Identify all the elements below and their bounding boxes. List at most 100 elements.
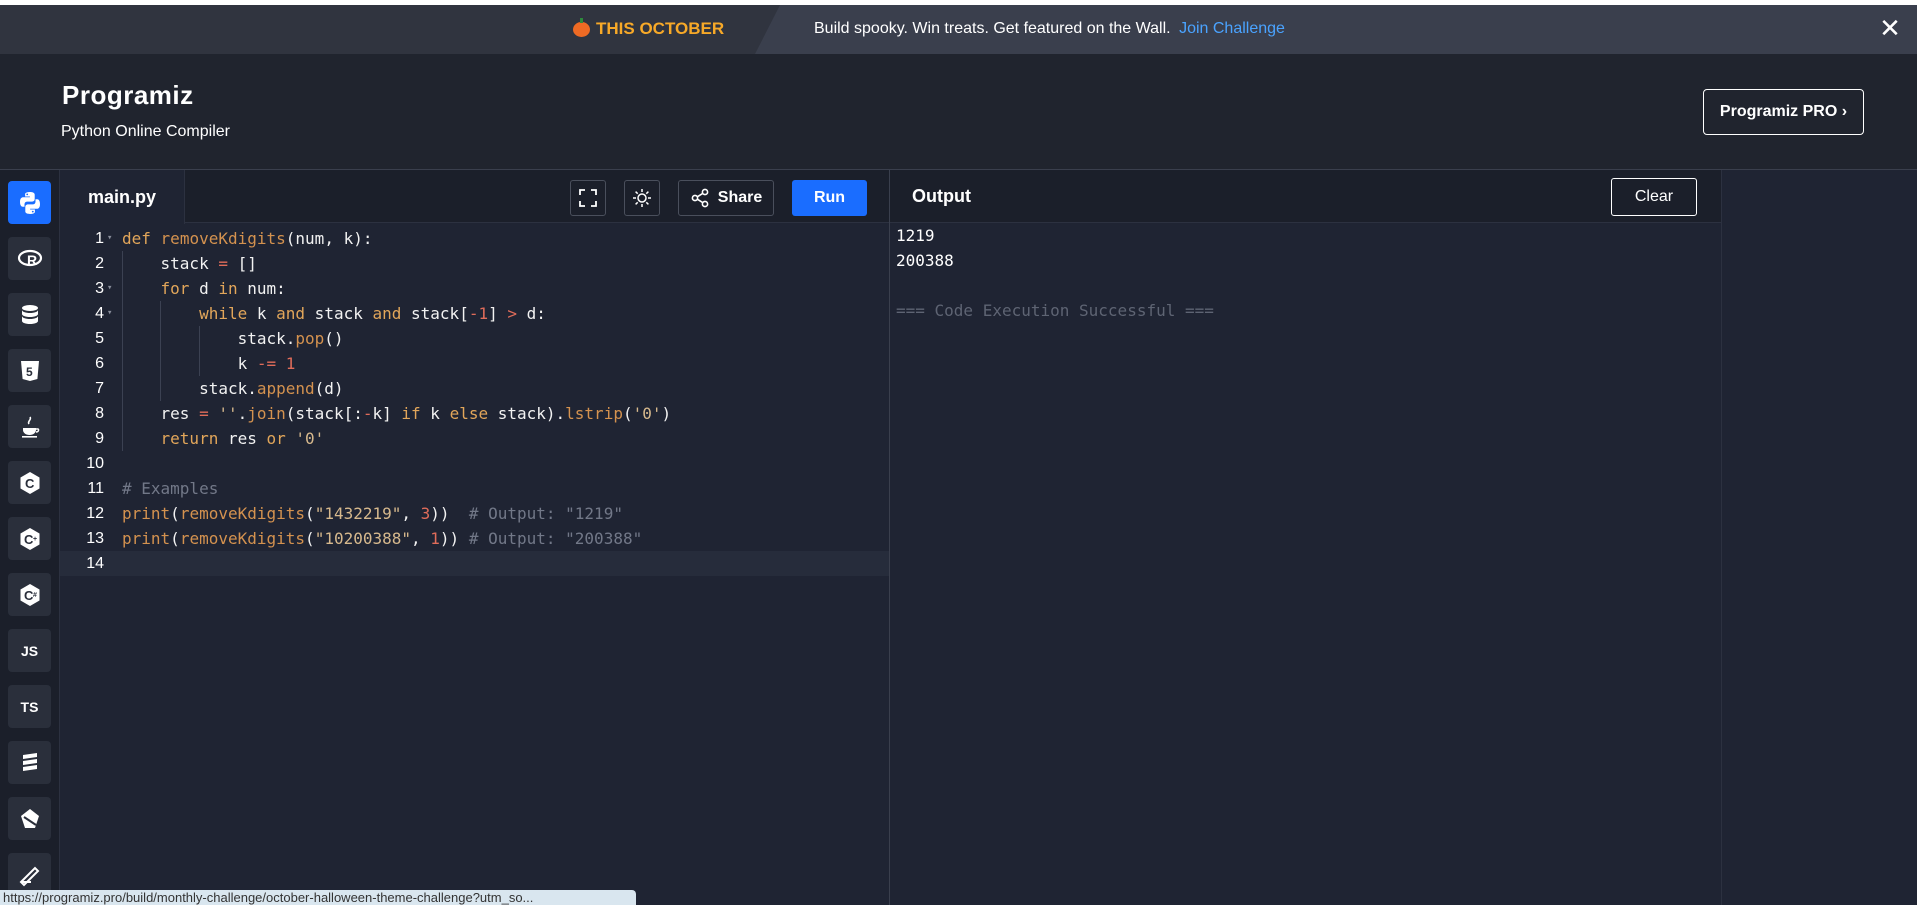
csharp-hexagon-graphic: C # <box>20 583 39 606</box>
line-number: 11 <box>87 480 104 497</box>
line-number: 3 <box>95 280 104 297</box>
code-line[interactable]: 10 <box>60 451 889 476</box>
promo-banner: THIS OCTOBER Build spooky. Win treats. G… <box>0 5 1917 54</box>
line-number: 4 <box>95 305 104 322</box>
code-text: stack = [] <box>122 254 257 273</box>
cpp-icon[interactable]: C + <box>8 517 51 560</box>
java-icon[interactable] <box>8 405 51 448</box>
line-number: 10 <box>86 455 104 472</box>
c-hexagon-graphic: C <box>20 471 39 494</box>
site-header: Programiz Python Online Compiler Program… <box>0 54 1917 170</box>
python-logo-graphic <box>19 191 40 214</box>
join-challenge-link[interactable]: Join Challenge <box>1179 20 1285 37</box>
code-line[interactable]: 6 k -= 1 <box>60 351 889 376</box>
line-number: 12 <box>86 505 104 522</box>
share-icon <box>691 188 709 208</box>
go-icon[interactable] <box>8 741 51 784</box>
svg-text:+: + <box>33 536 37 543</box>
code-line[interactable]: 14 <box>60 551 889 576</box>
svg-text:5: 5 <box>26 365 33 379</box>
code-text: def removeKdigits(num, k): <box>122 229 373 248</box>
share-label: Share <box>717 189 763 206</box>
line-number: 9 <box>95 430 104 447</box>
share-button[interactable]: Share <box>678 180 774 216</box>
sql-icon[interactable] <box>8 293 51 336</box>
code-line[interactable]: 12 print(removeKdigits("1432219", 3)) # O… <box>60 501 889 526</box>
line-number: 1 <box>95 230 104 247</box>
code-line[interactable]: 8 res = ''.join(stack[:-k] if k else sta… <box>60 401 889 426</box>
r-logo-graphic: R <box>17 249 42 268</box>
code-line[interactable]: 7 stack.append(d) <box>60 376 889 401</box>
code-text: res = ''.join(stack[:-k] if k else stack… <box>122 404 672 423</box>
fullscreen-button[interactable] <box>570 180 606 216</box>
line-number: 13 <box>86 530 104 547</box>
code-area[interactable]: 1 ▾ def removeKdigits(num, k): 2 stack = []… <box>60 223 889 905</box>
code-line[interactable]: 5 stack.pop() <box>60 326 889 351</box>
link-preview-url: https://programiz.pro/build/monthly-chal… <box>0 890 636 905</box>
sun-icon <box>633 189 651 207</box>
promo-tag: THIS OCTOBER <box>573 17 725 39</box>
code-text: print(removeKdigits("10200388", 1)) # Ou… <box>122 529 643 548</box>
code-text: print(removeKdigits("1432219", 3)) # Out… <box>122 504 623 523</box>
line-number: 6 <box>95 355 104 372</box>
execution-status: === Code Execution Successful === <box>896 301 1214 320</box>
html5-icon[interactable]: 5 <box>8 349 51 392</box>
fold-arrow-icon[interactable]: ▾ <box>107 226 112 251</box>
clear-button[interactable]: Clear <box>1611 178 1697 216</box>
python-icon[interactable] <box>8 181 51 224</box>
right-margin <box>1721 170 1917 905</box>
code-line[interactable]: 4 ▾ while k and stack and stack[-1] > d: <box>60 301 889 326</box>
output-panel: Output Clear 1219 200388 === Code Execut… <box>889 170 1722 905</box>
output-line: 1219 <box>896 226 935 245</box>
database-graphic <box>21 304 38 324</box>
programiz-pro-button[interactable]: Programiz PRO › <box>1703 89 1864 135</box>
promo-message: Build spooky. Win treats. Get featured o… <box>814 20 1285 38</box>
output-title: Output <box>912 186 971 206</box>
code-text: stack.append(d) <box>122 379 344 398</box>
svg-text:R: R <box>27 252 37 268</box>
code-text: while k and stack and stack[-1] > d: <box>199 304 546 323</box>
svg-text:C: C <box>25 476 35 491</box>
code-text: return res or '0' <box>160 429 325 448</box>
code-line[interactable]: 1 ▾ def removeKdigits(num, k): <box>60 226 889 251</box>
tab-main-py[interactable]: main.py <box>60 170 185 224</box>
close-icon[interactable]: ✕ <box>1876 13 1904 43</box>
php-graphic <box>20 808 39 828</box>
fold-arrow-icon[interactable]: ▾ <box>107 301 112 326</box>
fold-arrow-icon[interactable]: ▾ <box>107 276 112 301</box>
output-toolbar: Output Clear <box>890 170 1722 223</box>
theme-toggle-button[interactable] <box>624 180 660 216</box>
typescript-label: TS <box>20 698 39 715</box>
typescript-icon[interactable]: TS <box>8 685 51 728</box>
code-text: k -= 1 <box>122 354 296 373</box>
code-line[interactable]: 9 return res or '0' <box>60 426 889 451</box>
language-sidebar: R 5 C C + C # JS TS <box>0 170 60 905</box>
code-editor-panel: main.py Share Run 1 ▾ def removeKdigits(nu… <box>60 170 889 905</box>
cpp-hexagon-graphic: C + <box>20 527 39 550</box>
programiz-logo[interactable]: Programiz <box>62 80 194 111</box>
fullscreen-icon <box>579 189 597 207</box>
run-button[interactable]: Run <box>792 180 867 216</box>
javascript-icon[interactable]: JS <box>8 629 51 672</box>
html5-shield-graphic: 5 <box>20 360 39 381</box>
pumpkin-icon <box>573 17 590 37</box>
java-cup-graphic <box>21 416 39 438</box>
code-line[interactable]: 13 print(removeKdigits("10200388", 1)) # … <box>60 526 889 551</box>
code-text: # Examples <box>122 479 219 498</box>
javascript-label: JS <box>20 642 39 659</box>
php-icon[interactable] <box>8 797 51 840</box>
line-number: 5 <box>95 330 104 347</box>
code-text: for d in num: <box>160 279 286 298</box>
line-number: 8 <box>95 405 104 422</box>
promo-tag-text: THIS OCTOBER <box>596 19 725 38</box>
line-number: 2 <box>95 255 104 272</box>
line-number: 14 <box>86 555 104 572</box>
code-line[interactable]: 11 # Examples <box>60 476 889 501</box>
c-icon[interactable]: C <box>8 461 51 504</box>
code-line[interactable]: 2 stack = [] <box>60 251 889 276</box>
go-stack-graphic <box>22 752 37 771</box>
swift-graphic <box>19 866 39 886</box>
code-line[interactable]: 3 ▾ for d in num: <box>60 276 889 301</box>
r-icon[interactable]: R <box>8 237 51 280</box>
csharp-icon[interactable]: C # <box>8 573 51 616</box>
